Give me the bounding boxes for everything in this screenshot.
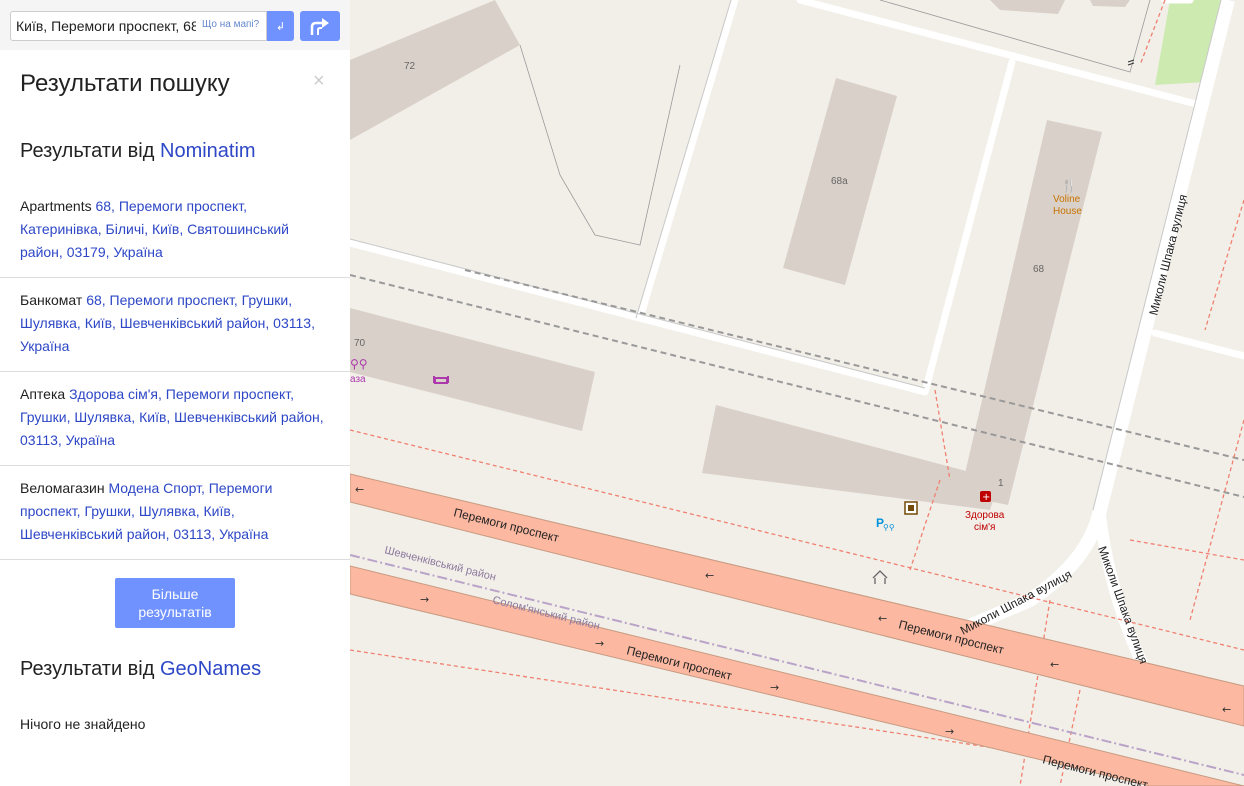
geonames-link[interactable]: GeoNames	[160, 658, 261, 680]
return-arrow-icon: ↲	[275, 20, 286, 33]
search-go-button[interactable]: ↲	[267, 11, 294, 41]
house-number: 68а	[831, 176, 848, 187]
panel-title: Результати пошуку	[20, 70, 230, 97]
directions-button[interactable]	[300, 11, 340, 41]
poi-label: сім'я	[974, 522, 995, 533]
house-number: 68	[1033, 264, 1045, 275]
poi-atm[interactable]	[904, 501, 918, 515]
svg-text:⚲⚲: ⚲⚲	[883, 523, 895, 532]
results-list: Apartments 68, Перемоги проспект, Катери…	[0, 184, 350, 560]
nominatim-link[interactable]: Nominatim	[160, 140, 256, 162]
result-item[interactable]: Банкомат 68, Перемоги проспект, Грушки, …	[0, 278, 350, 372]
sidebar: Що на мапі? ↲ Результати пошуку × Резуль…	[0, 0, 350, 786]
poi-label: аза	[350, 374, 366, 385]
poi-label: Здорова	[965, 510, 1005, 521]
house-number: 70	[354, 338, 366, 349]
svg-text:←: ←	[1222, 703, 1231, 716]
close-icon[interactable]: ×	[313, 70, 325, 93]
result-item[interactable]: Apartments 68, Перемоги проспект, Катери…	[0, 184, 350, 278]
poi-label: House	[1053, 206, 1082, 217]
provider-prefix: Результати від	[20, 140, 155, 162]
svg-text:→: →	[770, 681, 779, 694]
svg-text:→: →	[420, 593, 429, 606]
svg-text:+: +	[982, 492, 990, 503]
svg-text:→: →	[945, 725, 954, 738]
result-item[interactable]: Веломагазин Модена Спорт, Перемоги просп…	[0, 466, 350, 560]
more-results-button[interactable]: Більше результатів	[115, 578, 235, 628]
poi-label: Voline	[1053, 194, 1081, 205]
svg-text:→: →	[595, 637, 604, 650]
map-canvas[interactable]: ←←←←← →→→→ Перемоги проспект Перемоги пр…	[350, 0, 1244, 786]
house-number: 72	[404, 61, 416, 72]
cosmetics-icon: ⚲⚲	[350, 357, 368, 371]
provider-prefix: Результати від	[20, 658, 155, 680]
directions-icon	[310, 18, 329, 35]
result-link[interactable]: Здорова сім'я, Перемоги проспект, Грушки…	[20, 386, 324, 448]
fork-knife-icon: 🍴	[1061, 178, 1077, 194]
result-type: Apartments	[20, 198, 92, 214]
svg-text:←: ←	[878, 612, 887, 625]
house-number: 1	[998, 478, 1004, 489]
search-bar: Що на мапі? ↲	[0, 0, 350, 50]
where-is-this-link[interactable]: Що на мапі?	[202, 19, 259, 30]
no-results-text: Нічого не знайдено	[20, 716, 146, 732]
svg-text:←: ←	[1050, 658, 1059, 671]
result-type: Аптека	[20, 386, 66, 402]
result-item[interactable]: Аптека Здорова сім'я, Перемоги проспект,…	[0, 372, 350, 466]
svg-text:←: ←	[355, 483, 364, 496]
nominatim-heading: Результати від Nominatim	[20, 140, 256, 163]
result-type: Банкомат	[20, 292, 83, 308]
result-type: Веломагазин	[20, 480, 105, 496]
building	[1090, 0, 1130, 7]
more-results-label: Більше результатів	[138, 586, 212, 620]
geonames-heading: Результати від GeoNames	[20, 658, 261, 681]
svg-text:←: ←	[705, 569, 714, 582]
